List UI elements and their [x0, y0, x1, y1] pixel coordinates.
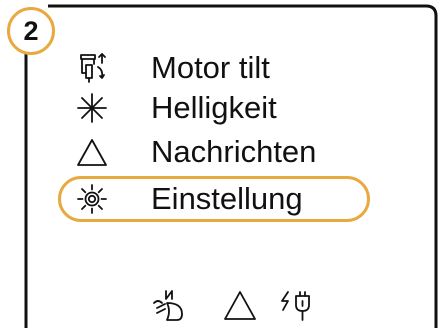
charging-plug-icon	[281, 291, 310, 321]
north-headlight-icon	[153, 290, 183, 321]
step-number-badge: 2	[7, 7, 55, 55]
settings-sun-icon	[77, 184, 107, 214]
status-bar	[144, 289, 334, 323]
warning-triangle-icon	[224, 291, 256, 320]
menu-item-label: Helligkeit	[151, 90, 277, 125]
brightness-icon	[77, 93, 107, 123]
menu-item-label: Einstellung	[151, 181, 303, 216]
menu-item-label: Motor tilt	[151, 50, 270, 85]
warning-triangle-icon	[77, 139, 107, 166]
instruction-screen: 2 Motor tilt Helligkeit Nachrichten Eins…	[0, 0, 442, 328]
menu-item-nachrichten[interactable]: Nachrichten	[58, 129, 370, 175]
motor-tilt-icon	[80, 53, 106, 83]
menu-item-label: Nachrichten	[151, 134, 317, 169]
menu-item-helligkeit[interactable]: Helligkeit	[58, 85, 370, 131]
menu-item-einstellung[interactable]: Einstellung	[58, 176, 370, 222]
